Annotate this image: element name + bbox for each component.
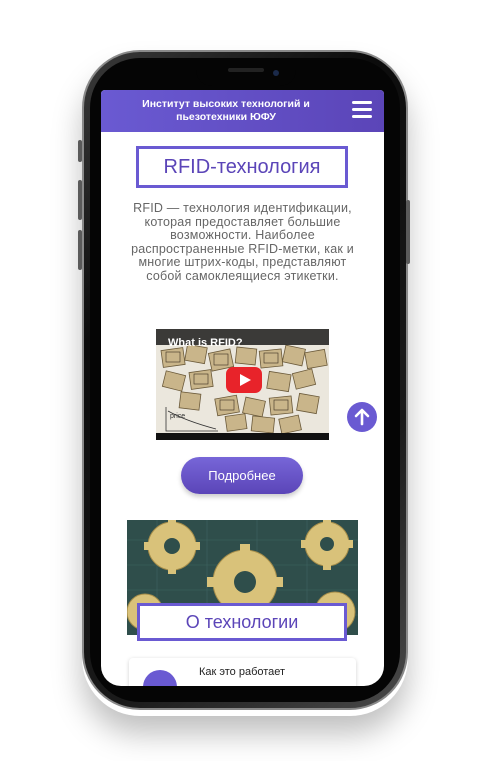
section-title-box: RFID-технология [136, 146, 348, 188]
site-title[interactable]: Институт высоких технологий и пьезотехни… [121, 98, 331, 124]
youtube-play-icon[interactable] [226, 367, 262, 393]
volume-down-button [78, 230, 82, 270]
site-header: Институт высоких технологий и пьезотехни… [101, 90, 384, 132]
how-it-works-card[interactable]: Как это работает [129, 658, 356, 686]
rfid-description: RFID — технология идентификации, которая… [131, 201, 354, 283]
speaker-grille [228, 68, 264, 72]
volume-up-button [78, 180, 82, 220]
phone-screen: Институт высоких технологий и пьезотехни… [101, 90, 384, 686]
about-section-title-box: О технологии [137, 603, 347, 641]
video-bottom-bar [156, 433, 329, 440]
video-embed[interactable]: What is RFID? price [156, 329, 329, 440]
phone-notch [196, 62, 296, 86]
about-title: О технологии [185, 611, 299, 632]
page-title: RFID-технология [163, 155, 321, 178]
scroll-to-top-button[interactable] [347, 402, 377, 432]
video-chart-label: price [170, 413, 186, 420]
gear-icon [143, 670, 177, 686]
video-title[interactable]: What is RFID? [168, 337, 243, 349]
arrow-up-icon [354, 408, 370, 426]
power-button [406, 200, 410, 264]
card-label: Как это работает [199, 666, 286, 678]
more-button[interactable]: Подробнее [181, 457, 303, 494]
front-camera [273, 70, 279, 76]
hamburger-menu-icon[interactable] [352, 101, 372, 119]
silent-switch [78, 140, 82, 162]
